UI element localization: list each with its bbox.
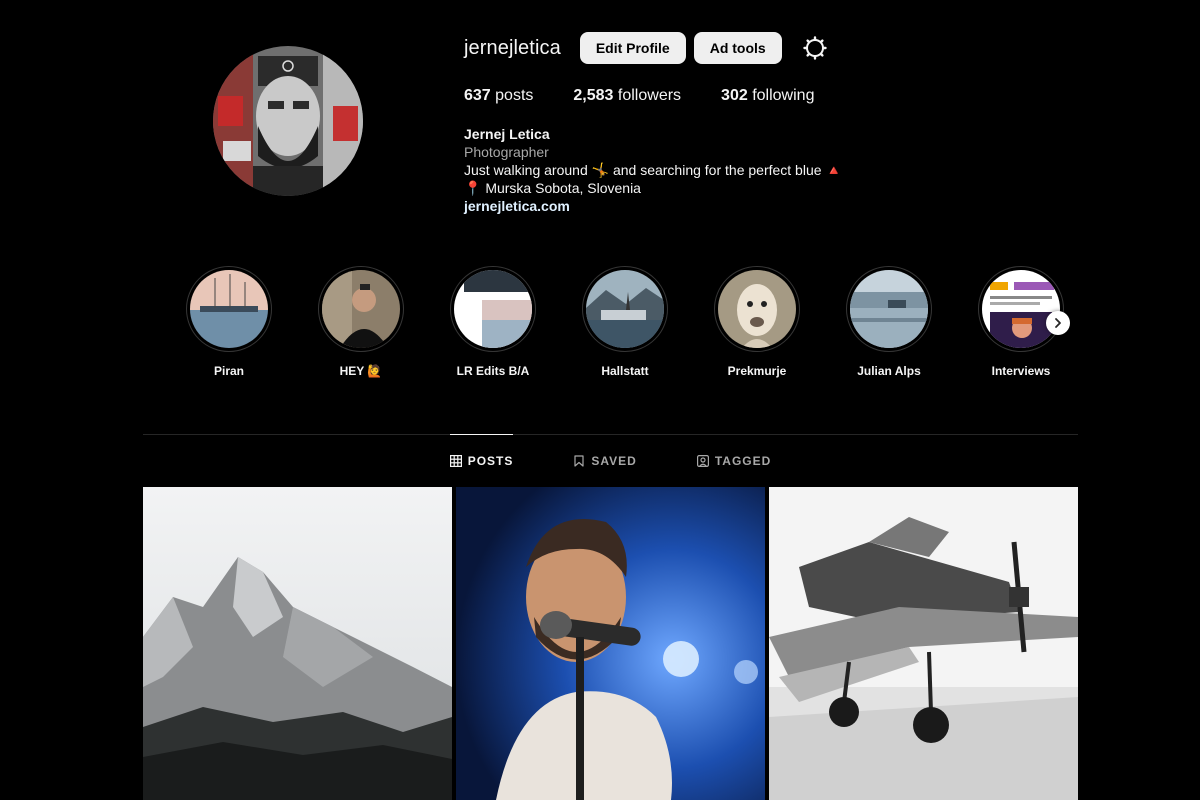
profile-category: Photographer bbox=[464, 144, 549, 160]
tab-saved-label: SAVED bbox=[591, 453, 637, 468]
profile-stats: 637 posts 2,583 followers 302 following bbox=[464, 87, 1064, 105]
highlights-next-chevron-icon[interactable] bbox=[1046, 311, 1070, 335]
profile-full-name: Jernej Letica bbox=[464, 126, 550, 142]
post-thumbnail-mountain[interactable] bbox=[143, 487, 452, 800]
highlight-lr-edits[interactable]: LR Edits B/A bbox=[450, 266, 536, 378]
tab-tagged[interactable]: TAGGED bbox=[696, 434, 772, 487]
highlight-hallstatt[interactable]: Hallstatt bbox=[582, 266, 668, 378]
tab-posts[interactable]: POSTS bbox=[449, 434, 514, 487]
posts-grid bbox=[143, 487, 1078, 800]
highlight-ring bbox=[714, 266, 800, 352]
grid-icon bbox=[449, 454, 462, 467]
posts-count: 637 posts bbox=[464, 87, 533, 105]
post-thumbnail-airplane[interactable] bbox=[769, 487, 1078, 800]
highlight-ring bbox=[582, 266, 668, 352]
bio-line-1: Just walking around 🤸 and searching for … bbox=[464, 162, 843, 178]
highlight-prekmurje[interactable]: Prekmurje bbox=[714, 266, 800, 378]
profile-website-link[interactable]: jernejletica.com bbox=[464, 197, 570, 215]
profile-tabs: POSTS SAVED TAGGED bbox=[143, 434, 1078, 487]
following-count-label: following bbox=[752, 87, 815, 104]
highlight-ring bbox=[186, 266, 272, 352]
followers-link[interactable]: 2,583 followers bbox=[573, 87, 681, 105]
highlight-label: Interviews bbox=[991, 364, 1051, 378]
profile-info: jernejletica Edit Profile Ad tools 637 p… bbox=[464, 30, 1064, 215]
highlight-label: HEY 🙋 bbox=[339, 364, 383, 378]
highlight-piran[interactable]: Piran bbox=[186, 266, 272, 378]
highlight-label: LR Edits B/A bbox=[456, 364, 530, 378]
profile-username: jernejletica bbox=[464, 36, 561, 59]
tab-saved[interactable]: SAVED bbox=[573, 434, 636, 487]
bookmark-icon bbox=[574, 454, 584, 467]
highlight-ring bbox=[318, 266, 404, 352]
profile-avatar[interactable] bbox=[213, 46, 363, 196]
highlight-ring bbox=[846, 266, 932, 352]
settings-gear-icon[interactable] bbox=[803, 36, 827, 60]
edit-profile-button[interactable]: Edit Profile bbox=[579, 32, 686, 64]
followers-count-value: 2,583 bbox=[573, 87, 614, 104]
ad-tools-button[interactable]: Ad tools bbox=[693, 32, 782, 64]
highlight-label: Julian Alps bbox=[857, 364, 921, 378]
tagged-user-icon bbox=[696, 454, 709, 467]
tab-tagged-label: TAGGED bbox=[714, 453, 772, 468]
tab-posts-label: POSTS bbox=[467, 453, 514, 468]
highlight-ring bbox=[978, 266, 1064, 352]
highlight-ring bbox=[450, 266, 536, 352]
story-highlights: Piran HEY 🙋 LR Edits B/A Hallstatt Prekm… bbox=[186, 266, 1086, 386]
following-link[interactable]: 302 following bbox=[721, 87, 814, 105]
highlight-label: Prekmurje bbox=[727, 364, 787, 378]
profile-actions-row: jernejletica Edit Profile Ad tools bbox=[464, 30, 1064, 66]
highlight-julian-alps[interactable]: Julian Alps bbox=[846, 266, 932, 378]
following-count-value: 302 bbox=[721, 87, 748, 104]
post-thumbnail-singer[interactable] bbox=[456, 487, 765, 800]
highlight-label: Piran bbox=[213, 364, 244, 378]
bio-line-2: 📍 Murska Sobota, Slovenia bbox=[464, 180, 641, 196]
profile-bio: Jernej Letica Photographer Just walking … bbox=[464, 125, 1064, 215]
highlight-hey[interactable]: HEY 🙋 bbox=[318, 266, 404, 378]
posts-count-value: 637 bbox=[464, 87, 491, 104]
posts-count-label: posts bbox=[495, 87, 534, 104]
highlight-label: Hallstatt bbox=[601, 364, 649, 378]
followers-count-label: followers bbox=[617, 87, 682, 104]
